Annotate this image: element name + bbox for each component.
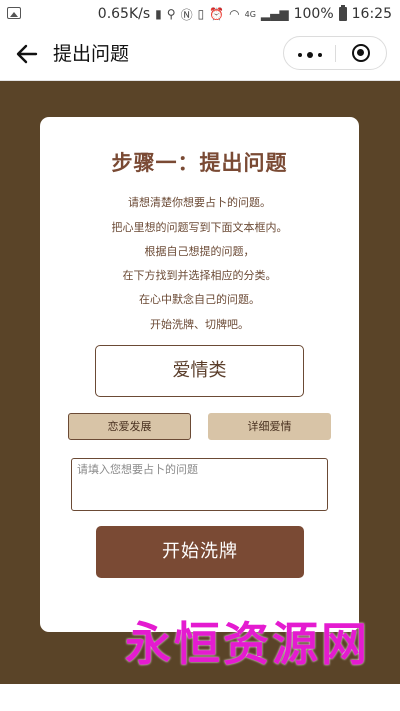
location-icon: ⚲ <box>166 7 176 21</box>
instruction-line: 在心中默念自己的问题。 <box>139 293 260 306</box>
network-speed: 0.65K/s <box>97 6 151 22</box>
start-shuffle-button[interactable]: 开始洗牌 <box>96 526 304 578</box>
nfc-icon: Ⓝ <box>180 7 193 22</box>
instruction-line: 请想清楚你想要占卜的问题。 <box>128 196 271 209</box>
network-type: 4G <box>244 9 256 19</box>
back-arrow-icon[interactable] <box>14 41 40 67</box>
bottom-strip <box>0 684 400 711</box>
signal-icon: ▂▄▆ <box>260 7 289 21</box>
capsule-divider <box>335 45 336 62</box>
wifi-icon: ◠ <box>229 7 240 21</box>
instruction-line: 开始洗牌、切牌吧。 <box>150 318 249 331</box>
alarm-icon: ⏰ <box>209 7 225 21</box>
battery-percent: 100% <box>293 6 334 22</box>
subcategory-love-development-button[interactable]: 恋爱发展 <box>68 413 191 440</box>
instruction-line: 在下方找到并选择相应的分类。 <box>122 269 277 282</box>
category-selector[interactable]: 爱情类 <box>95 345 304 397</box>
nav-bar: 提出问题 <box>0 28 400 81</box>
status-bar: 0.65K/s ▮ ⚲ Ⓝ ▯ ⏰ ◠ 4G ▂▄▆ 100% 16:25 <box>0 0 400 28</box>
battery-icon <box>338 5 347 21</box>
clock: 16:25 <box>351 6 392 22</box>
mini-program-capsule <box>283 36 387 70</box>
close-mini-program-icon[interactable] <box>352 44 370 62</box>
question-input[interactable] <box>71 458 328 511</box>
gallery-notification-icon <box>7 7 21 19</box>
status-bar-right: 0.65K/s ▮ ⚲ Ⓝ ▯ ⏰ ◠ 4G ▂▄▆ 100% 16:25 <box>98 0 392 28</box>
watermark-text: 永恒资源网 <box>125 617 370 671</box>
instruction-line: 根据自己想提的问题， <box>144 245 255 258</box>
more-options-icon[interactable] <box>298 51 322 58</box>
instruction-line: 把心里想的问题写到下面文本框内。 <box>111 221 288 234</box>
vibrate-icon: ▯ <box>197 7 205 21</box>
question-card: 步骤一：提出问题 请想清楚你想要占卜的问题。 把心里想的问题写到下面文本框内。 … <box>40 117 359 632</box>
page-title: 提出问题 <box>53 43 130 65</box>
subcategory-detailed-love-button[interactable]: 详细爱情 <box>208 413 331 440</box>
step-title: 步骤一：提出问题 <box>111 151 288 175</box>
battery-saver-icon: ▮ <box>155 7 162 21</box>
